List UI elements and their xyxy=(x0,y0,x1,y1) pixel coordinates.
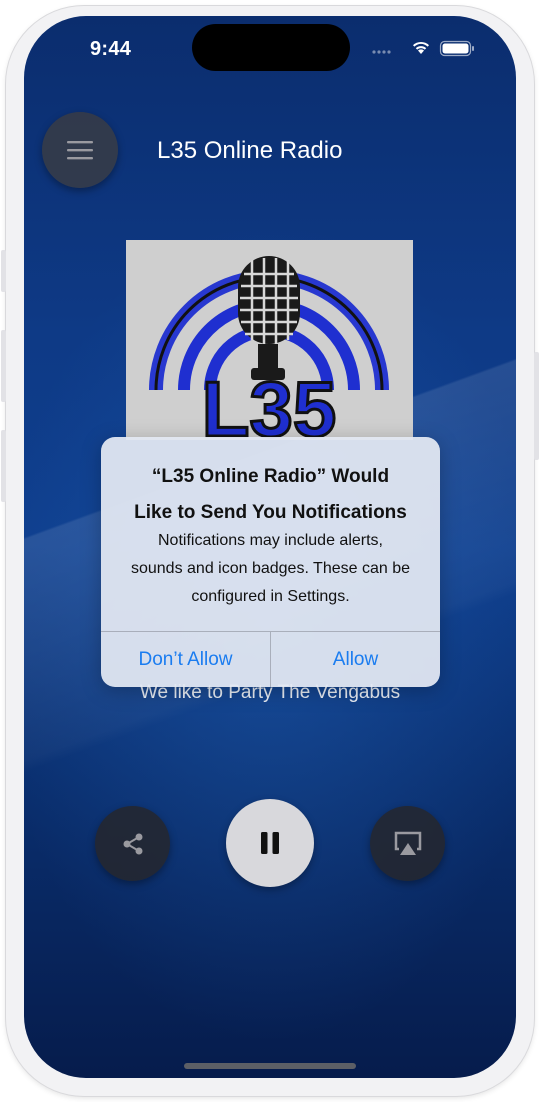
menu-button[interactable] xyxy=(42,112,118,188)
home-indicator[interactable] xyxy=(184,1063,356,1069)
volume-down-button xyxy=(1,430,6,502)
pause-icon xyxy=(261,832,279,854)
alert-title: “L35 Online Radio” Would Like to Send Yo… xyxy=(101,459,440,531)
action-button xyxy=(1,250,6,292)
wifi-icon xyxy=(413,41,429,54)
status-time: 9:44 xyxy=(90,38,132,60)
signal-icon xyxy=(372,50,391,54)
alert-message-line-1: Notifications may include alerts, xyxy=(158,532,383,549)
airplay-button[interactable] xyxy=(370,806,445,881)
volume-up-button xyxy=(1,330,6,402)
airplay-icon xyxy=(394,831,421,855)
alert-message-line-3: configured in Settings. xyxy=(191,588,350,605)
share-icon xyxy=(123,833,142,854)
pause-button[interactable] xyxy=(226,799,314,887)
dont-allow-button[interactable]: Don’t Allow xyxy=(101,632,270,687)
notification-permission-alert: “L35 Online Radio” Would Like to Send Yo… xyxy=(101,437,440,687)
dynamic-island xyxy=(192,24,350,71)
microphone-logo-icon: L35 xyxy=(126,240,413,440)
alert-title-line-1: “L35 Online Radio” Would xyxy=(151,466,390,487)
allow-button[interactable]: Allow xyxy=(271,632,440,687)
logo-text: L35 xyxy=(202,365,336,440)
share-button[interactable] xyxy=(95,806,170,881)
alert-message: Notifications may include alerts, sounds… xyxy=(113,527,428,611)
alert-message-line-2: sounds and icon badges. These can be xyxy=(130,560,411,577)
app-title: L35 Online Radio xyxy=(157,137,343,164)
album-art: L35 xyxy=(126,240,413,440)
power-button xyxy=(534,352,539,460)
alert-title-line-2: Like to Send You Notifications xyxy=(134,502,407,523)
status-icons xyxy=(372,38,482,58)
app-screen: 9:44 L35 Online Radio L35 We like to Par… xyxy=(24,16,516,1078)
hamburger-menu-icon xyxy=(67,141,93,160)
battery-icon xyxy=(439,40,474,57)
